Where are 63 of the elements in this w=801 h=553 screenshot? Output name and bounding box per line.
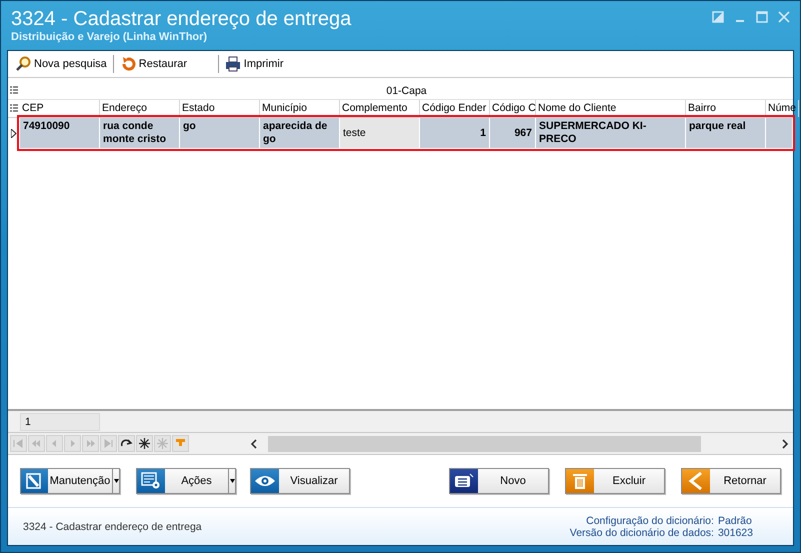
action-button[interactable]: Novo: [449, 468, 549, 494]
asterisk-icon[interactable]: [136, 435, 153, 452]
search-icon: [15, 56, 31, 72]
column-header[interactable]: Complemento: [340, 100, 420, 117]
window-title: 3324 - Cadastrar endereço de entrega: [11, 7, 352, 31]
action-button[interactable]: Ações: [136, 468, 236, 494]
action-button[interactable]: Excluir: [565, 468, 665, 494]
status-value: 301623: [718, 526, 753, 538]
scrollbar-thumb[interactable]: [268, 436, 701, 452]
refresh-icon[interactable]: [118, 435, 135, 452]
column-header[interactable]: CEP: [20, 100, 100, 117]
scroll-right-icon[interactable]: [781, 438, 789, 448]
status-label: Versão do dicionário de dados:: [570, 526, 714, 538]
status-label: Configuração do dicionário:: [586, 514, 714, 526]
close-icon[interactable]: [778, 11, 790, 23]
column-header[interactable]: Código Ender: [420, 100, 490, 117]
list-gear-icon: [141, 472, 161, 490]
status-text: 3324 - Cadastrar endereço de entrega: [23, 520, 202, 532]
column-header[interactable]: Bairro: [686, 100, 766, 117]
table-cell: 74910090: [20, 118, 100, 148]
scroll-left-icon[interactable]: [250, 438, 258, 448]
toolbar-button[interactable]: Nova pesquisa: [11, 53, 111, 75]
caret-icon[interactable]: [230, 479, 234, 483]
table-cell: rua conde monte cristo: [100, 118, 180, 148]
table-cell: parque real: [686, 118, 766, 148]
chevron-left-icon: [687, 471, 705, 491]
filter-icon[interactable]: [172, 435, 189, 452]
band-header: 01-Capa: [385, 84, 428, 96]
column-header[interactable]: Nome do Cliente: [536, 100, 686, 117]
column-header[interactable]: Município: [260, 100, 340, 117]
action-button[interactable]: Visualizar: [250, 468, 350, 494]
list-card-icon: [454, 473, 474, 489]
caret-icon[interactable]: [114, 479, 119, 483]
action-button[interactable]: Retornar: [681, 468, 781, 494]
undo-icon: [120, 56, 136, 72]
column-header[interactable]: Endereço: [100, 100, 180, 117]
trash-icon: [572, 472, 588, 490]
column-header[interactable]: Código C: [490, 100, 536, 117]
previous-record-icon[interactable]: [46, 435, 63, 452]
previous-page-icon[interactable]: [28, 435, 45, 452]
eye-icon: [254, 474, 276, 488]
printer-icon: [224, 56, 241, 72]
maximize-icon[interactable]: [756, 11, 768, 23]
table-cell: 967: [490, 118, 536, 148]
pencil-page-icon: [25, 472, 44, 490]
summary-cell: 1: [20, 412, 100, 430]
column-chooser-icon[interactable]: [10, 104, 18, 113]
table-cell: go: [180, 118, 260, 148]
window-subtitle: Distribuição e Varejo (Linha WinThor): [11, 31, 208, 43]
toolbar-button[interactable]: Restaurar: [116, 53, 216, 75]
toolbar-button[interactable]: Imprimir: [220, 53, 288, 75]
next-record-icon[interactable]: [64, 435, 81, 452]
table-cell: aparecida de go: [260, 118, 340, 148]
action-button[interactable]: Manutenção: [20, 468, 120, 494]
restore-window-icon[interactable]: [712, 11, 724, 23]
table-cell: 1: [420, 118, 490, 148]
status-value: Padrão: [718, 514, 752, 526]
column-header[interactable]: Estado: [180, 100, 260, 117]
table-cell: SUPERMERCADO KI-PRECO: [536, 118, 686, 148]
next-page-icon[interactable]: [82, 435, 99, 452]
first-record-icon[interactable]: [10, 435, 27, 452]
table-cell: teste: [340, 118, 420, 148]
column-chooser-icon[interactable]: [10, 86, 18, 95]
